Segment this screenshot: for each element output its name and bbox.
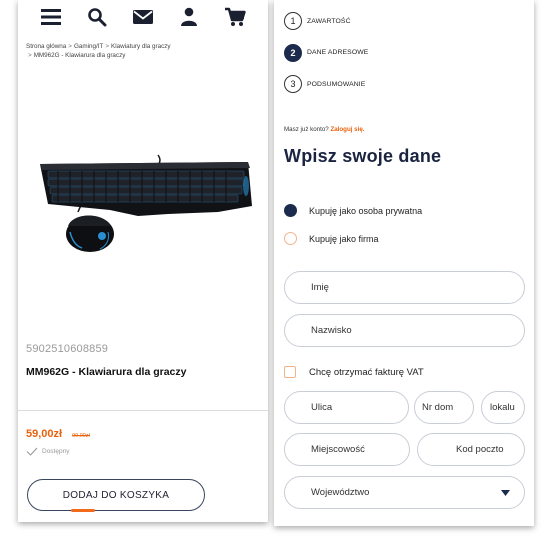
step-address-data[interactable]: 2 DANE ADRESOWE	[284, 43, 369, 62]
last-name-field[interactable]: Nazwisko	[284, 314, 525, 347]
vat-invoice-checkbox-row[interactable]: Chcę otrzymać fakturę VAT	[284, 366, 424, 378]
mail-icon[interactable]	[128, 3, 158, 31]
login-prompt: Masz już konto? Zaloguj się.	[284, 126, 365, 133]
breadcrumb: Strona główna > Gaming/IT > Klawiatury dla g…	[26, 42, 261, 60]
product-page-panel: Strona główna > Gaming/IT > Klawiatury dla g…	[18, 0, 268, 522]
field-placeholder: Nazwisko	[311, 325, 352, 336]
product-image	[18, 140, 268, 270]
field-placeholder: Nr dom	[422, 402, 454, 413]
price-row: 59,00zł 99,00zł	[26, 428, 90, 440]
login-prompt-text: Masz już konto?	[284, 126, 329, 133]
product-ean: 5902510608859	[26, 343, 109, 355]
step-label: DANE ADRESOWE	[307, 49, 369, 56]
radio-company-buyer[interactable]: Kupuję jako firma	[284, 232, 379, 245]
breadcrumb-item-current: MM962G - Klawiarura dla graczy	[33, 52, 126, 59]
cart-icon[interactable]	[220, 3, 250, 31]
city-field[interactable]: Miejscowość	[284, 433, 410, 466]
select-value: Województwo	[311, 487, 370, 498]
field-placeholder: Imię	[311, 282, 329, 293]
breadcrumb-separator: >	[28, 52, 32, 59]
search-icon[interactable]	[82, 3, 112, 31]
step-summary[interactable]: 3 PODSUMOWANIE	[284, 75, 368, 93]
check-icon	[26, 447, 38, 456]
product-price: 59,00zł	[26, 428, 63, 440]
top-navigation-bar	[18, 0, 268, 34]
field-placeholder: Kod poczto	[456, 444, 504, 455]
step-label: PODSUMOWANIE	[307, 80, 366, 88]
vat-invoice-label: Chcę otrzymać fakturę VAT	[309, 366, 424, 378]
add-to-cart-button[interactable]: DODAJ DO KOSZYKA	[27, 479, 205, 511]
breadcrumb-separator: >	[105, 43, 110, 50]
radio-label: Kupuję jako osoba prywatna	[309, 205, 423, 216]
breadcrumb-item[interactable]: Klawiatury dla graczy	[111, 43, 171, 50]
region-select[interactable]: Województwo	[284, 476, 525, 509]
radio-button-unchecked[interactable]	[284, 232, 297, 245]
form-title: Wpisz swoje dane	[284, 146, 442, 166]
breadcrumb-item[interactable]: Gaming/IT	[74, 43, 103, 50]
postal-code-field[interactable]: Kod poczto	[417, 433, 525, 466]
breadcrumb-separator: >	[68, 43, 72, 50]
button-accent-bar	[71, 509, 95, 512]
flat-number-field[interactable]: lokalu	[481, 391, 525, 424]
availability-status: Dostępny	[26, 447, 69, 456]
user-icon[interactable]	[174, 3, 204, 31]
caret-down-icon	[501, 489, 510, 496]
product-name: MM962G - Klawiarura dla graczy	[26, 366, 187, 378]
radio-private-buyer[interactable]: Kupuję jako osoba prywatna	[284, 204, 422, 217]
field-placeholder: Miejscowość	[311, 444, 365, 455]
step-number: 1	[284, 12, 302, 30]
checkout-steps: 1 ZAWARTOŚĆ 2 DANE ADRESOWE 3 PODSUMOWAN…	[284, 12, 368, 107]
availability-label: Dostępny	[42, 448, 70, 455]
checkout-form-panel: 1 ZAWARTOŚĆ 2 DANE ADRESOWE 3 PODSUMOWAN…	[274, 0, 534, 526]
field-placeholder: Ulica	[311, 402, 333, 413]
radio-label: Kupuję jako firma	[309, 233, 379, 244]
house-number-field[interactable]: Nr dom	[414, 391, 474, 424]
vat-invoice-checkbox[interactable]	[284, 366, 296, 378]
field-placeholder: lokalu	[490, 402, 515, 413]
step-number-active: 2	[284, 43, 302, 62]
radio-button-checked[interactable]	[284, 204, 297, 217]
menu-icon[interactable]	[36, 3, 66, 31]
step-number: 3	[284, 75, 302, 93]
breadcrumb-item[interactable]: Strona główna	[26, 43, 66, 50]
first-name-field[interactable]: Imię	[284, 271, 525, 304]
street-field[interactable]: Ulica	[284, 391, 409, 424]
step-label: ZAWARTOŚĆ	[307, 17, 351, 25]
step-contents[interactable]: 1 ZAWARTOŚĆ	[284, 12, 368, 30]
product-old-price: 99,00zł	[72, 433, 90, 439]
divider	[18, 410, 268, 411]
login-link[interactable]: Zaloguj się.	[330, 126, 364, 133]
